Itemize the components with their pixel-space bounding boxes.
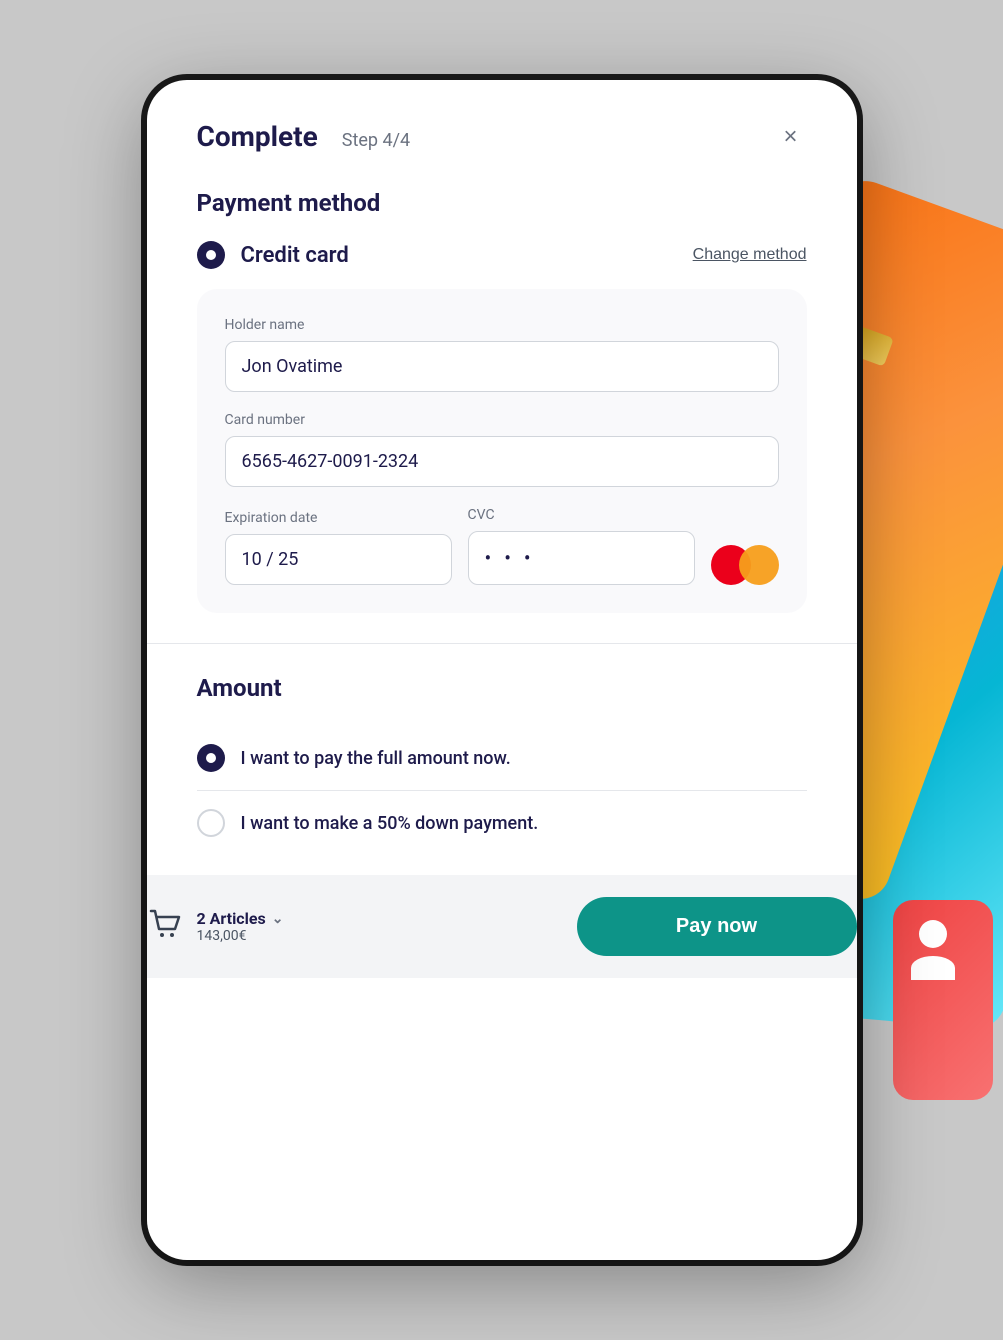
full-amount-option[interactable]: I want to pay the full amount now. <box>197 726 807 790</box>
divider <box>147 643 857 644</box>
expiration-input[interactable] <box>225 534 452 585</box>
expiration-label: Expiration date <box>225 510 452 526</box>
expiry-cvc-row: Expiration date CVC <box>225 507 779 585</box>
full-amount-label: I want to pay the full amount now. <box>241 748 511 769</box>
credit-card-radio[interactable] <box>197 241 225 269</box>
payment-method-left: Credit card <box>197 241 349 269</box>
cvc-label: CVC <box>468 507 695 523</box>
close-button[interactable]: × <box>775 121 807 153</box>
step-indicator: Step 4/4 <box>342 130 410 151</box>
holder-name-label: Holder name <box>225 317 779 333</box>
card-number-label: Card number <box>225 412 779 428</box>
cart-info: 2 Articles ⌄ 143,00€ <box>147 905 284 948</box>
partial-amount-radio[interactable] <box>197 809 225 837</box>
card-number-field: Card number <box>225 412 779 487</box>
payment-method-title: Payment method <box>197 189 807 217</box>
page-title: Complete <box>197 120 318 153</box>
amount-section: Amount I want to pay the full amount now… <box>197 674 807 855</box>
cart-icon <box>147 905 183 948</box>
cvc-input[interactable] <box>468 531 695 585</box>
card-form: Holder name Card number Expiration date <box>197 289 807 613</box>
phone-shell: Complete Step 4/4 × Payment method Credi… <box>147 80 857 1260</box>
holder-name-input[interactable] <box>225 341 779 392</box>
pay-now-button[interactable]: Pay now <box>577 897 857 956</box>
card-number-input[interactable] <box>225 436 779 487</box>
header: Complete Step 4/4 × <box>197 120 807 153</box>
full-amount-radio[interactable] <box>197 744 225 772</box>
partial-amount-option[interactable]: I want to make a 50% down payment. <box>197 790 807 855</box>
scene: Complete Step 4/4 × Payment method Credi… <box>0 0 1003 1340</box>
cvc-field: CVC <box>468 507 695 585</box>
chevron-down-icon[interactable]: ⌄ <box>272 911 284 927</box>
holder-name-field: Holder name <box>225 317 779 392</box>
credit-card-label: Credit card <box>241 243 349 268</box>
payment-method-row: Credit card Change method <box>197 241 807 269</box>
mastercard-icon <box>711 545 779 585</box>
partial-amount-label: I want to make a 50% down payment. <box>241 813 539 834</box>
expiration-field: Expiration date <box>225 510 452 585</box>
card-person-icon <box>903 920 963 980</box>
change-method-button[interactable]: Change method <box>693 246 807 264</box>
cart-price: 143,00€ <box>197 928 284 944</box>
footer: 2 Articles ⌄ 143,00€ Pay now <box>147 875 857 978</box>
mc-circle-right <box>739 545 779 585</box>
payment-method-section: Payment method Credit card Change method… <box>197 189 807 613</box>
cart-articles-count: 2 Articles ⌄ <box>197 909 284 928</box>
amount-title: Amount <box>197 674 807 702</box>
cart-text: 2 Articles ⌄ 143,00€ <box>197 909 284 944</box>
